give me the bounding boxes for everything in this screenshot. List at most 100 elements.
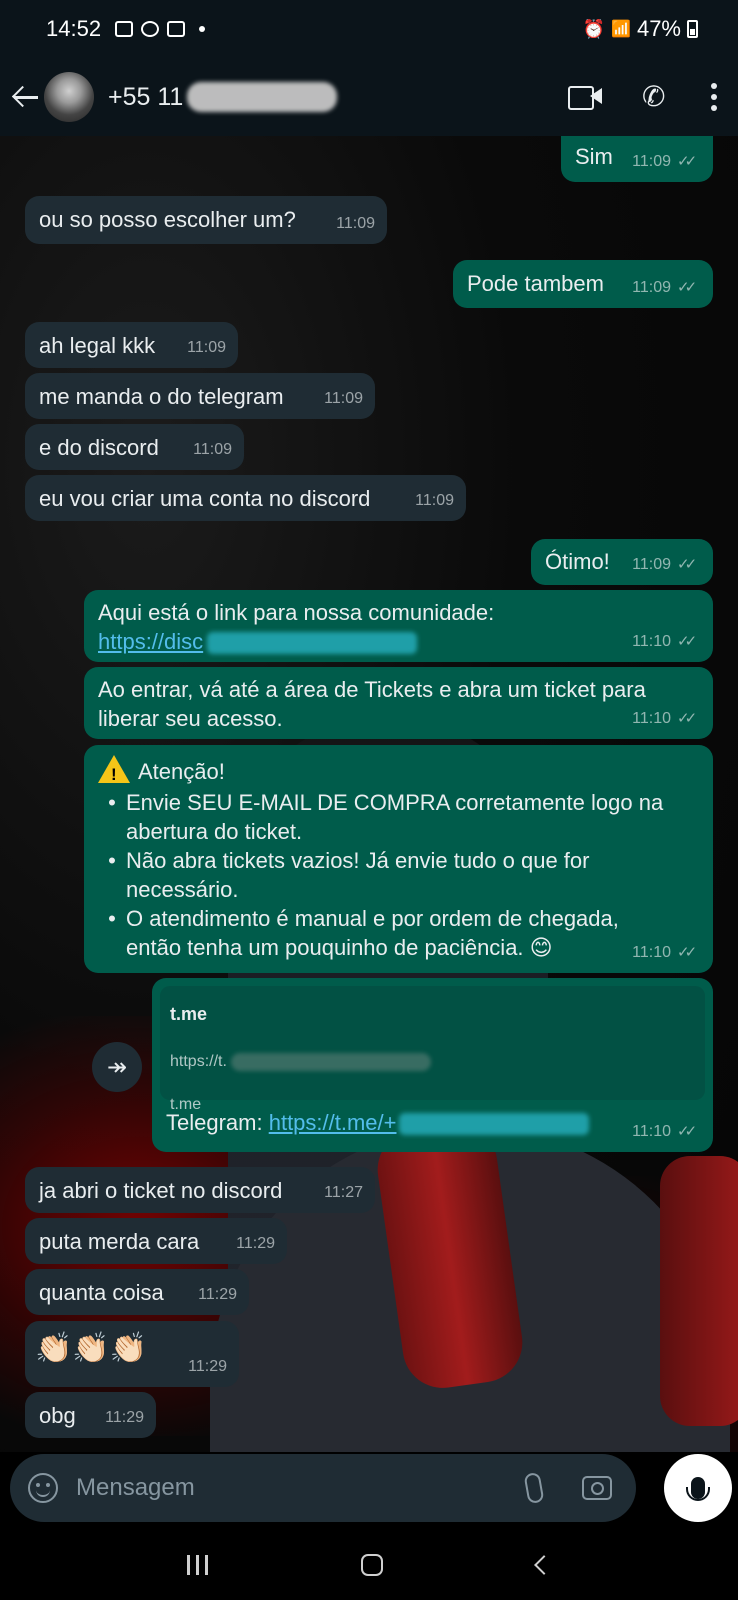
alarm-icon: ⏰ (582, 18, 606, 39)
message-input[interactable] (76, 1474, 526, 1502)
link-preview[interactable]: t.me https://t. t.me (160, 986, 705, 1113)
message-incoming[interactable]: quanta coisa 11:29 (25, 1269, 249, 1315)
gallery-notification-icon (115, 21, 134, 37)
app-notification-icon (167, 21, 186, 37)
message-incoming[interactable]: ou so posso escolher um? 11:09 (25, 196, 387, 244)
nav-back-icon[interactable] (534, 1555, 555, 1575)
message-time: 11:09 (187, 339, 226, 356)
redacted-number (187, 82, 338, 112)
message-outgoing[interactable]: Ótimo! 11:09 ✓✓ (531, 539, 713, 585)
message-text: Aqui está o link para nossa comunidade: (98, 600, 495, 625)
battery-percent: 47% (636, 16, 681, 41)
message-outgoing[interactable]: Atenção! •Envie SEU E-MAIL DE COMPRA cor… (84, 745, 713, 973)
message-time: 11:10 (632, 1123, 671, 1140)
list-item: • O atendimento é manual e por ordem de c… (98, 904, 699, 962)
notification-icons (115, 21, 206, 37)
system-icons: ⏰ 📶 47% (583, 16, 698, 42)
message-incoming[interactable]: ah legal kkk 11:09 (25, 322, 238, 368)
message-incoming[interactable]: obg 11:29 (25, 1392, 156, 1438)
forward-icon[interactable]: ↠ (92, 1042, 142, 1092)
status-time: 14:52 (46, 16, 102, 41)
message-composer (10, 1454, 636, 1522)
contact-name[interactable]: +55 11 (108, 82, 338, 112)
list-item-text: Não abra tickets vazios! Já envie tudo o… (126, 848, 590, 902)
message-text: Sim (575, 144, 613, 169)
message-time: 11:09 (415, 492, 454, 509)
telegram-label: Telegram: (166, 1110, 269, 1135)
message-time: 11:29 (236, 1235, 275, 1252)
message-time: 11:29 (188, 1358, 227, 1375)
message-time: 11:09 (632, 556, 671, 573)
message-incoming[interactable]: eu vou criar uma conta no discord 11:09 (25, 475, 466, 521)
message-text: puta merda cara (39, 1229, 200, 1254)
community-link[interactable]: https://disc (98, 629, 203, 654)
preview-url: https://t. (170, 1047, 695, 1076)
home-icon[interactable] (361, 1554, 384, 1576)
mic-button[interactable] (664, 1454, 732, 1522)
message-time: 11:29 (198, 1286, 237, 1303)
message-time: 11:10 (632, 633, 671, 650)
message-text: ou so posso escolher um? (39, 207, 296, 232)
wifi-signal-icon: 📶 (611, 21, 631, 38)
read-ticks-icon: ✓✓ (677, 556, 697, 573)
message-text: Pode tambem (467, 271, 604, 296)
message-time: 11:27 (324, 1184, 363, 1201)
message-time: 11:09 (632, 153, 671, 170)
message-time: 11:10 (632, 944, 671, 961)
read-ticks-icon: ✓✓ (677, 1123, 697, 1140)
message-text: eu vou criar uma conta no discord (39, 486, 371, 511)
chat-header: +55 11 ✆ (0, 58, 738, 136)
preview-url-text: https://t. (170, 1053, 227, 1070)
back-arrow-icon[interactable] (12, 83, 40, 111)
more-notifications-icon (199, 26, 206, 32)
more-options-icon[interactable] (710, 83, 718, 111)
chat-notification-icon (141, 21, 160, 37)
read-ticks-icon: ✓✓ (677, 710, 697, 727)
message-outgoing[interactable]: Aqui está o link para nossa comunidade: … (84, 590, 713, 662)
message-outgoing[interactable]: Ao entrar, vá até a área de Tickets e ab… (84, 667, 713, 739)
warning-list: • Envie SEU E-MAIL DE COMPRA corretamente… (98, 788, 699, 962)
video-call-icon[interactable] (568, 85, 602, 110)
list-item-text: O atendimento é manual e por ordem de ch… (126, 906, 619, 960)
mic-icon (686, 1477, 710, 1501)
contact-number: +55 11 (108, 82, 184, 111)
battery-icon (687, 20, 698, 38)
emoji-icon[interactable] (28, 1473, 58, 1503)
message-incoming[interactable]: ja abri o ticket no discord 11:27 (25, 1167, 375, 1213)
phone-icon[interactable]: ✆ (642, 83, 670, 111)
telegram-line: Telegram: https://t.me/+ (166, 1108, 589, 1137)
contact-avatar[interactable] (44, 72, 94, 122)
message-time: 11:09 (336, 215, 375, 232)
message-outgoing[interactable]: Sim 11:09 ✓✓ (561, 136, 713, 182)
message-incoming[interactable]: 👏🏻👏🏻👏🏻 11:29 (25, 1321, 239, 1387)
recents-icon[interactable] (186, 1555, 208, 1575)
message-outgoing[interactable]: t.me https://t. t.me Telegram: https://t… (152, 978, 713, 1152)
warning-icon (98, 755, 130, 789)
message-time: 11:10 (632, 710, 671, 727)
system-nav-bar (0, 1530, 738, 1600)
read-ticks-icon: ✓✓ (677, 944, 697, 961)
list-item: • Não abra tickets vazios! Já envie tudo … (98, 846, 699, 904)
warning-title: Atenção! (138, 759, 225, 784)
wallpaper-backpack-strap-right (660, 1156, 738, 1426)
message-text: obg (39, 1403, 76, 1428)
redacted-link (207, 632, 418, 655)
list-item-text: Envie SEU E-MAIL DE COMPRA corretamente … (126, 790, 664, 844)
message-incoming[interactable]: e do discord 11:09 (25, 424, 244, 470)
message-text: ja abri o ticket no discord (39, 1178, 283, 1203)
paperclip-icon[interactable] (523, 1471, 545, 1505)
message-text: e do discord (39, 435, 159, 460)
redacted-url (230, 1052, 431, 1071)
message-text: ah legal kkk (39, 333, 156, 358)
message-text: Ao entrar, vá até a área de Tickets e ab… (98, 677, 646, 731)
message-outgoing[interactable]: Pode tambem 11:09 ✓✓ (453, 260, 713, 308)
camera-icon[interactable] (582, 1476, 612, 1500)
telegram-link[interactable]: https://t.me/+ (269, 1110, 397, 1135)
message-time: 11:29 (105, 1409, 144, 1426)
message-time: 11:09 (632, 279, 671, 296)
message-incoming[interactable]: me manda o do telegram 11:09 (25, 373, 375, 419)
message-incoming[interactable]: puta merda cara 11:29 (25, 1218, 287, 1264)
status-bar: 14:52 ⏰ 📶 47% (0, 0, 738, 58)
preview-title: t.me (170, 1004, 208, 1024)
message-time: 11:09 (193, 441, 232, 458)
